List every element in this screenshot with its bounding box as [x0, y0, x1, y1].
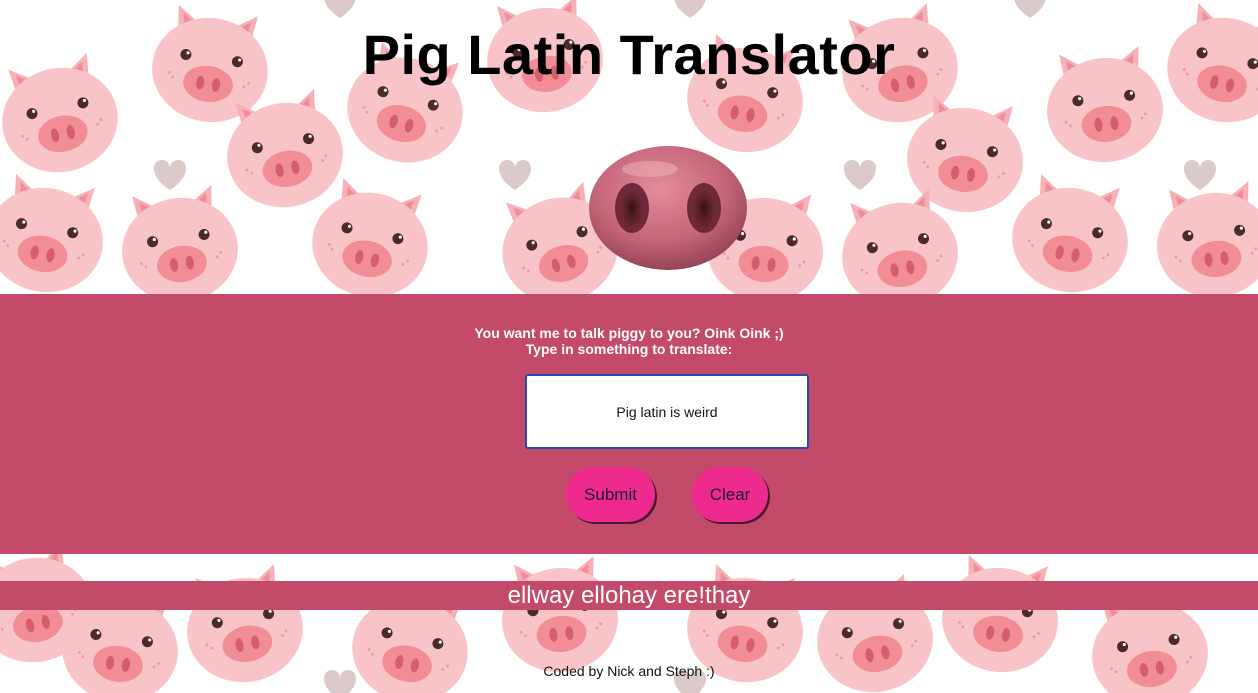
submit-button[interactable]: Submit: [566, 467, 655, 522]
clear-button[interactable]: Clear: [692, 467, 768, 522]
translator-panel: You want me to talk piggy to you? Oink O…: [0, 294, 1258, 554]
translate-input[interactable]: [525, 374, 809, 449]
footer-credit: Coded by Nick and Steph :): [543, 663, 715, 679]
page-title: Pig Latin Translator: [362, 23, 896, 86]
pig-nose-icon: [588, 145, 748, 271]
prompt-line-2: Type in something to translate:: [525, 341, 733, 357]
prompt-text: You want me to talk piggy to you? Oink O…: [0, 325, 1258, 357]
prompt-line-1: You want me to talk piggy to you? Oink O…: [474, 325, 784, 341]
translation-output: ellway ellohay ere!thay: [0, 581, 1258, 610]
